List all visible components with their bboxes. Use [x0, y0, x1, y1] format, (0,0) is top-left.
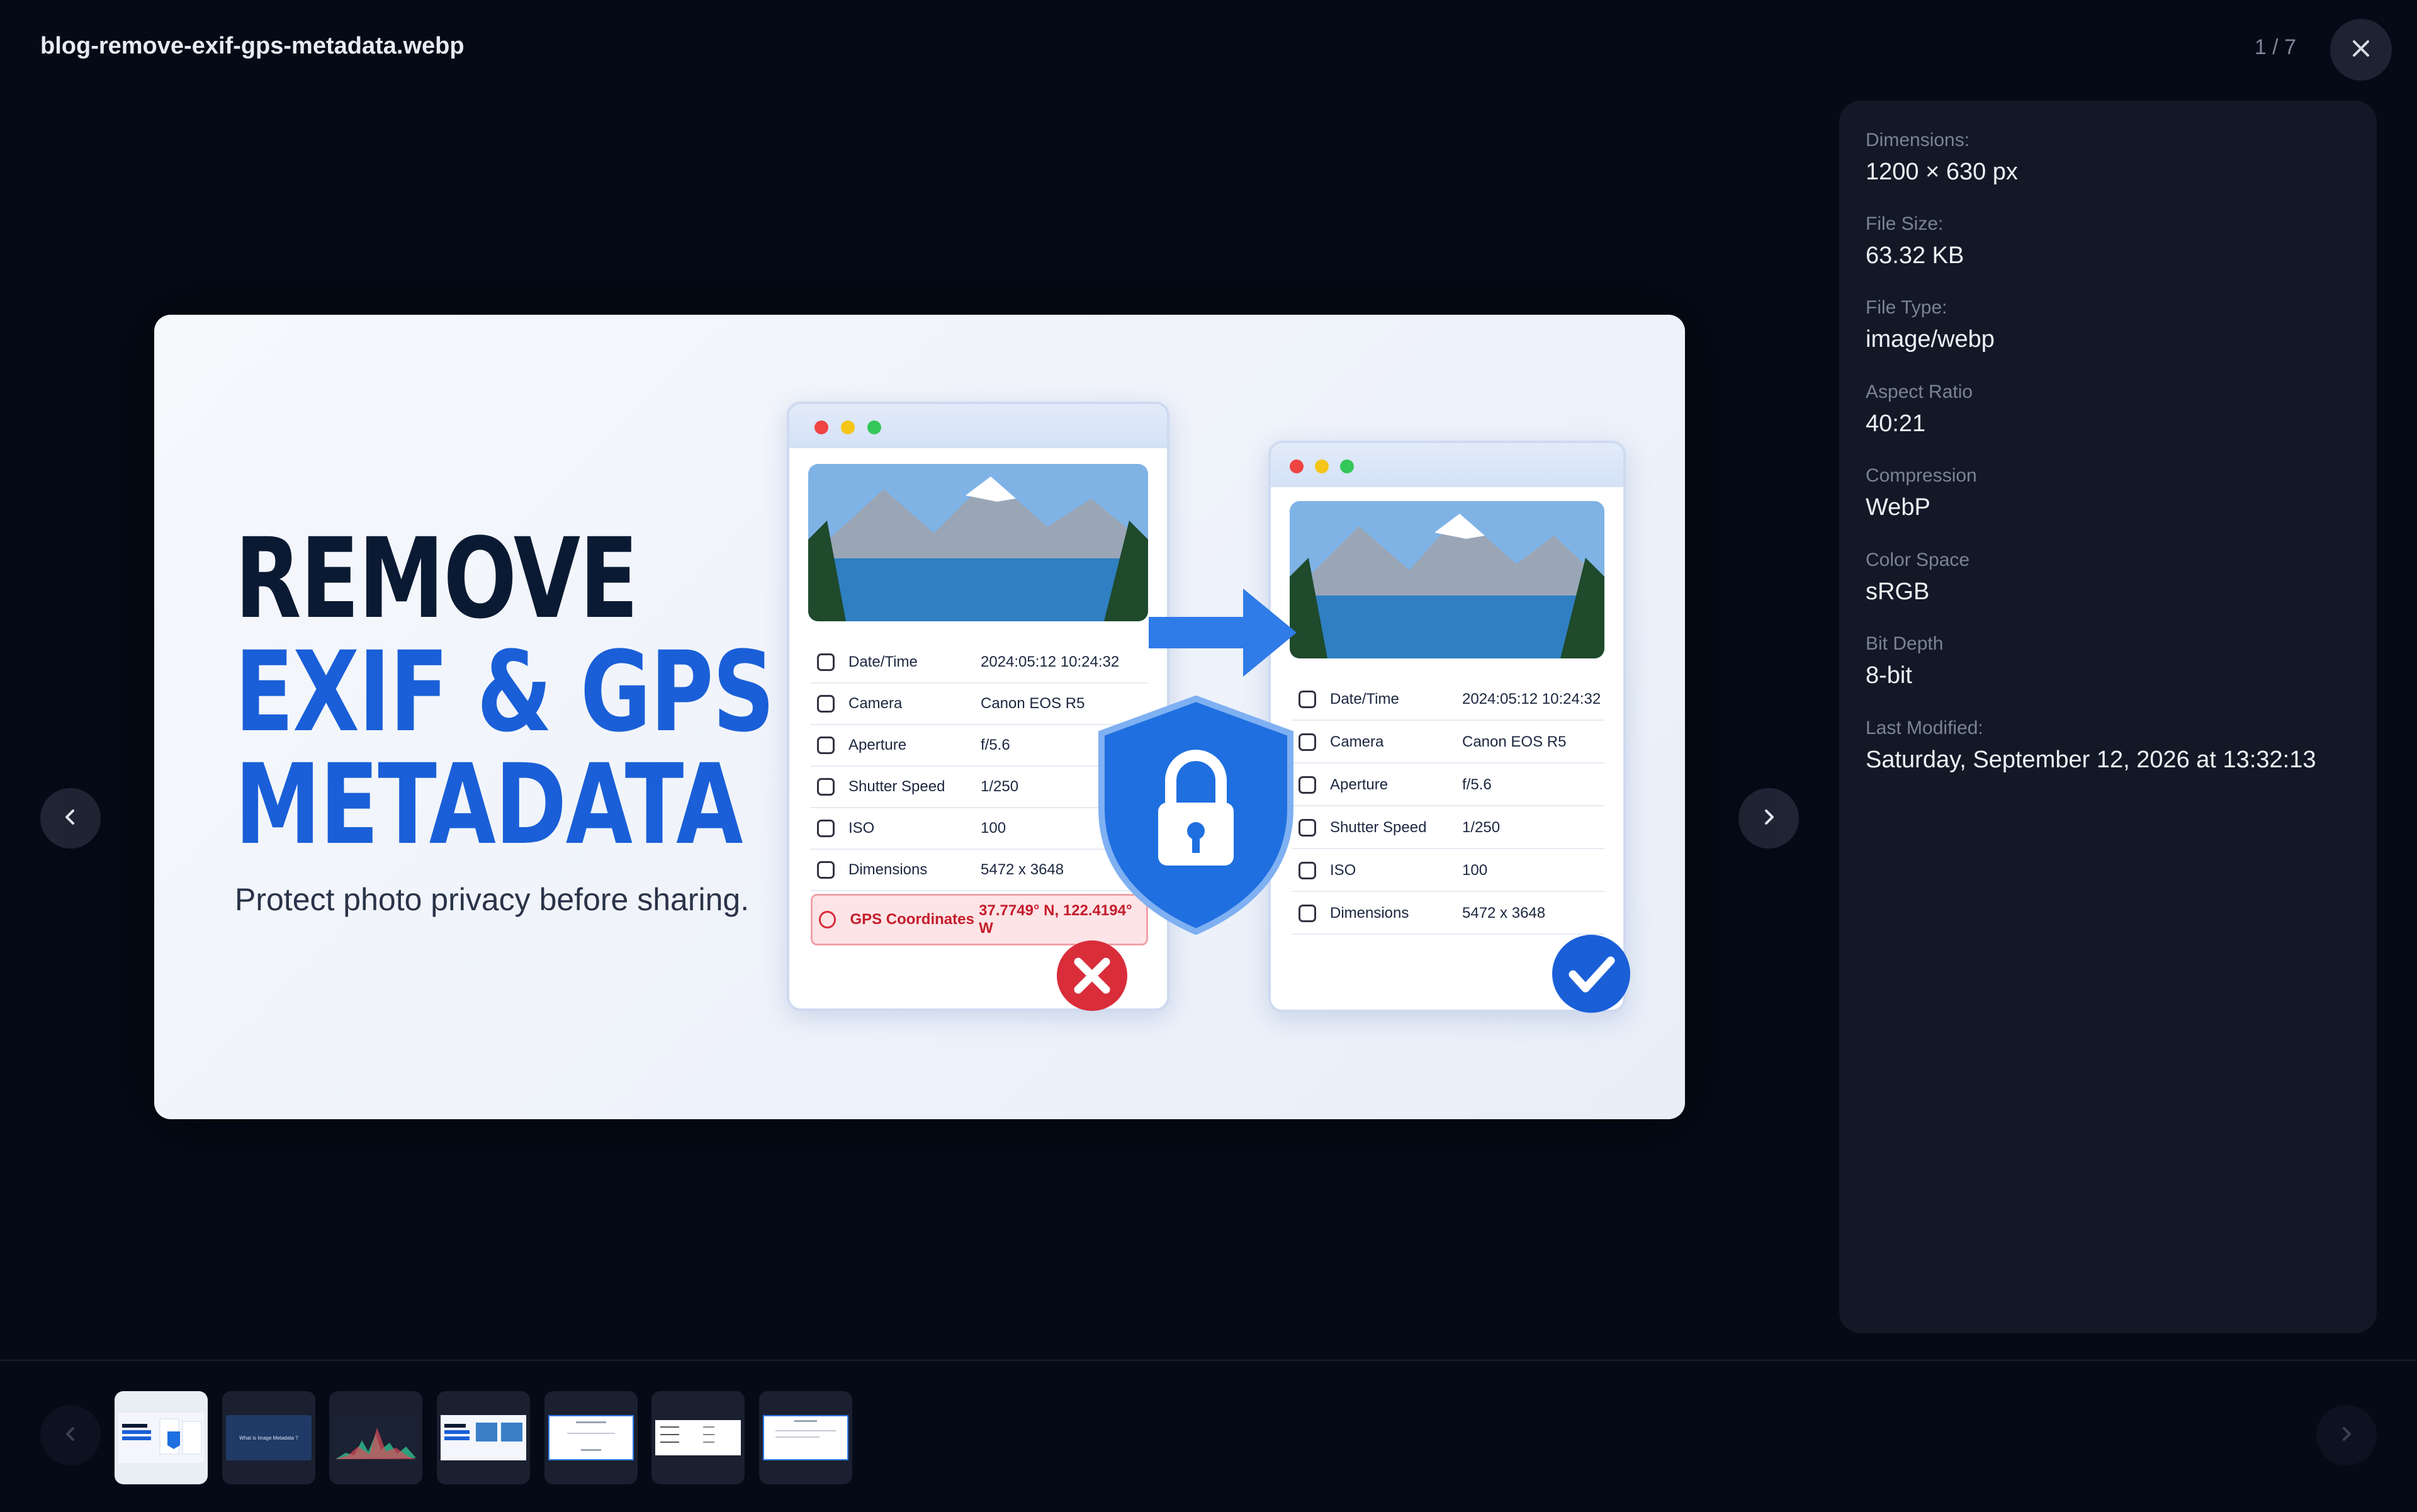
- image-preview: REMOVE EXIF & GPS METADATA Protect photo…: [154, 315, 1685, 1119]
- metadata-row: Date/Time 2024:05:12 10:24:32: [811, 642, 1148, 684]
- close-button[interactable]: [2330, 19, 2392, 81]
- window-titlebar: [1271, 443, 1623, 487]
- metadata-row: Camera Canon EOS R5: [1292, 722, 1604, 764]
- thumbnail-1[interactable]: [115, 1391, 208, 1484]
- previous-image-button[interactable]: [40, 788, 101, 849]
- landscape-photo: [1290, 501, 1604, 658]
- thumbnail-image: [763, 1415, 848, 1460]
- thumbnail-strip: What is Image Metadata ?: [0, 1360, 2417, 1512]
- info-aspect-ratio: Aspect Ratio 40:21: [1866, 381, 1973, 437]
- preview-subtitle: Protect photo privacy before sharing.: [235, 882, 750, 917]
- shield-lock-icon: [1095, 695, 1297, 938]
- checkmark-icon: [1550, 933, 1632, 1018]
- file-name: blog-remove-exif-gps-metadata.webp: [40, 33, 465, 59]
- info-bit-depth: Bit Depth 8-bit: [1866, 633, 1944, 689]
- info-dimensions: Dimensions: 1200 × 630 px: [1866, 130, 2018, 185]
- thumbnail-image: [655, 1420, 741, 1455]
- metadata-card-after: Date/Time 2024:05:12 10:24:32 Camera Canon…: [1268, 441, 1626, 1012]
- chevron-left-icon: [61, 808, 80, 830]
- thumbnails-scroll-right-button[interactable]: [2316, 1405, 2377, 1465]
- thumbnail-7[interactable]: [759, 1391, 852, 1484]
- headline-line-2: EXIF & GPS: [235, 627, 775, 757]
- metadata-row: Date/Time 2024:05:12 10:24:32: [1292, 679, 1604, 721]
- thumbnail-3[interactable]: [329, 1391, 422, 1484]
- chevron-left-icon: [62, 1425, 79, 1446]
- info-color-space: Color Space sRGB: [1866, 550, 1970, 605]
- info-file-size: File Size: 63.32 KB: [1866, 213, 1964, 269]
- image-counter: 1 / 7: [2254, 35, 2296, 59]
- thumbnail-4[interactable]: [437, 1391, 530, 1484]
- viewer-header: blog-remove-exif-gps-metadata.webp 1 / 7: [0, 0, 2417, 101]
- thumbnail-image: [441, 1415, 526, 1460]
- thumbnail-6[interactable]: [651, 1391, 745, 1484]
- metadata-row: Aperture f/5.6: [1292, 765, 1604, 806]
- arrow-right-icon: [1149, 582, 1300, 686]
- close-icon: [2350, 38, 2372, 62]
- thumbnails-scroll-left-button[interactable]: [40, 1405, 101, 1465]
- thumbnail-image: [548, 1415, 634, 1460]
- window-titlebar: [789, 404, 1167, 448]
- chevron-right-icon: [1759, 808, 1778, 830]
- thumbnail-2[interactable]: What is Image Metadata ?: [222, 1391, 315, 1484]
- file-info-panel: Dimensions: 1200 × 630 px File Size: 63.…: [1839, 101, 2377, 1333]
- metadata-row: Dimensions 5472 x 3648: [1292, 893, 1604, 935]
- info-last-modified: Last Modified: Saturday, September 12, 2…: [1866, 718, 2316, 773]
- thumbnail-image: What is Image Metadata ?: [226, 1415, 312, 1460]
- chevron-right-icon: [2338, 1425, 2355, 1446]
- remove-x-icon: [1054, 938, 1130, 1017]
- info-compression: Compression WebP: [1866, 465, 1977, 521]
- next-image-button[interactable]: [1738, 788, 1799, 849]
- landscape-photo: [808, 464, 1148, 621]
- thumbnail-image: [118, 1413, 204, 1463]
- metadata-row: ISO 100: [1292, 850, 1604, 892]
- metadata-row: Shutter Speed 1/250: [1292, 808, 1604, 849]
- headline-line-3: METADATA: [235, 740, 743, 870]
- thumbnail-image: [333, 1415, 419, 1460]
- info-file-type: File Type: image/webp: [1866, 297, 1995, 353]
- headline-line-1: REMOVE: [235, 514, 638, 643]
- thumbnail-5[interactable]: [544, 1391, 638, 1484]
